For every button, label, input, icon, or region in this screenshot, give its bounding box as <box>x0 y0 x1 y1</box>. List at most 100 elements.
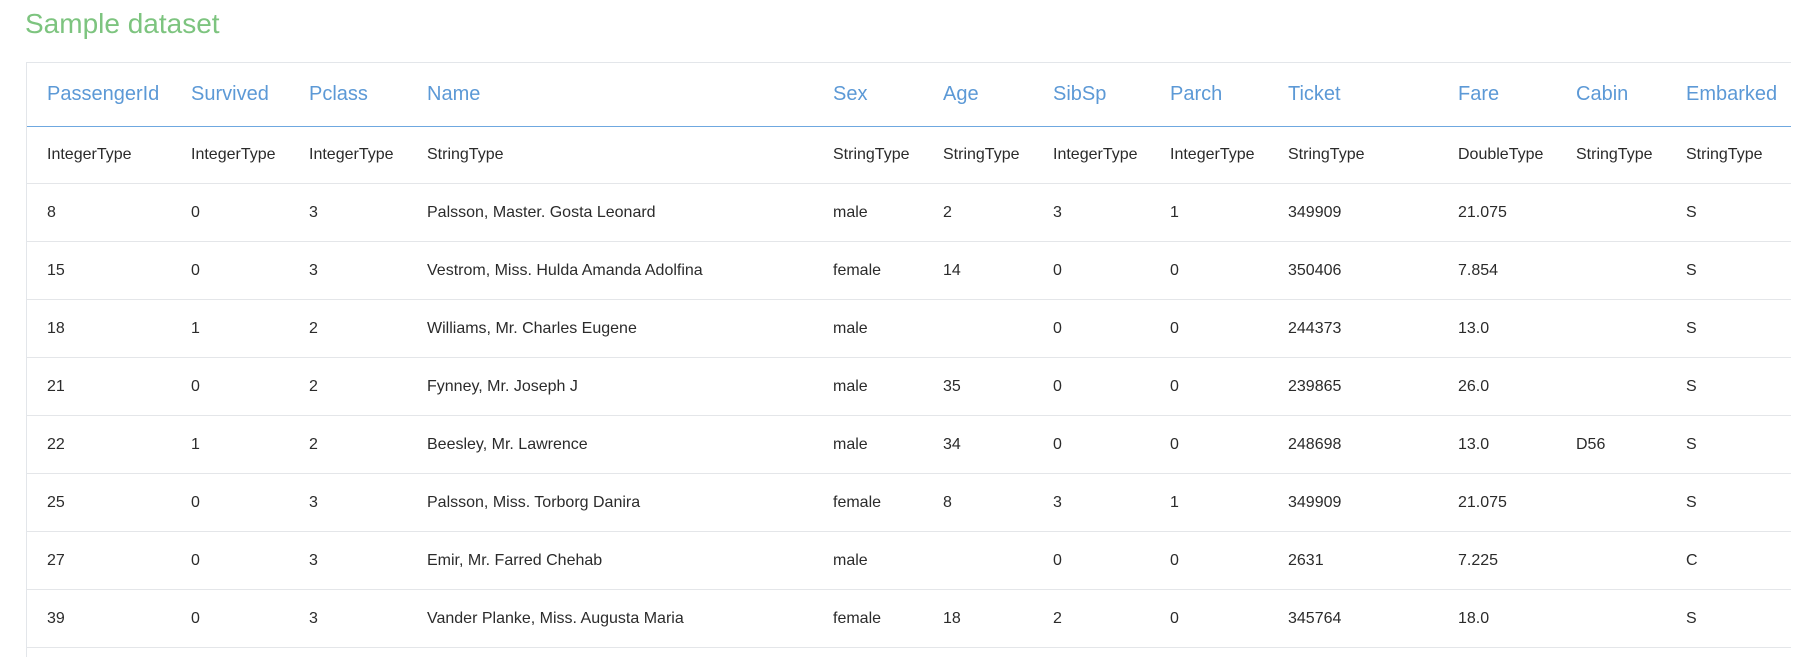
column-type-cell: IntegerType <box>27 126 171 184</box>
table-cell: 0 <box>1033 531 1150 590</box>
table-cell: 7.854 <box>1438 241 1556 300</box>
table-cell: S <box>1666 589 1791 648</box>
column-type-cell: StringType <box>407 126 813 184</box>
table-cell: 0 <box>1033 299 1150 358</box>
table-cell: 3 <box>1033 473 1150 532</box>
table-cell: female <box>813 589 923 648</box>
table-cell: 34 <box>923 415 1033 474</box>
table-cell: 1 <box>1150 183 1268 242</box>
table-cell: 21 <box>27 357 171 416</box>
column-header-sex[interactable]: Sex <box>813 63 923 127</box>
table-cell: 2 <box>289 357 407 416</box>
table-cell: 239865 <box>1268 357 1438 416</box>
table-cell: male <box>813 183 923 242</box>
table-cell: S <box>1666 299 1791 358</box>
table-cell <box>1556 473 1666 532</box>
table-cell: Vander Planke, Miss. Augusta Maria <box>407 589 813 648</box>
table-cell <box>1556 299 1666 358</box>
table-cell: 0 <box>1150 241 1268 300</box>
dataset-table-container[interactable]: PassengerId Survived Pclass Name Sex Age… <box>26 62 1791 657</box>
table-cell: 25 <box>27 473 171 532</box>
table-cell: male <box>813 531 923 590</box>
column-header-pclass[interactable]: Pclass <box>289 63 407 127</box>
table-cell: 8 <box>923 473 1033 532</box>
column-type-cell: DoubleType <box>1438 126 1556 184</box>
table-cell: 0 <box>171 183 289 242</box>
page-title: Sample dataset <box>25 8 220 39</box>
column-type-cell: IntegerType <box>1033 126 1150 184</box>
table-cell: C <box>1666 531 1791 590</box>
table-cell: 244373 <box>1268 299 1438 358</box>
table-cell: 22 <box>27 415 171 474</box>
table-cell <box>1556 241 1666 300</box>
table-cell: 13.0 <box>1438 299 1556 358</box>
table-cell <box>1556 357 1666 416</box>
column-type-cell: StringType <box>813 126 923 184</box>
table-row: 25 0 3 Palsson, Miss. Torborg Danira fem… <box>27 473 1791 532</box>
column-header-survived[interactable]: Survived <box>171 63 289 127</box>
table-cell: 0 <box>171 241 289 300</box>
column-header-sibsp[interactable]: SibSp <box>1033 63 1150 127</box>
table-cell: 18 <box>923 589 1033 648</box>
table-cell: 3 <box>289 473 407 532</box>
table-row: 18 1 2 Williams, Mr. Charles Eugene male… <box>27 299 1791 358</box>
table-cell <box>1556 589 1666 648</box>
table-cell: 27 <box>27 531 171 590</box>
table-cell: female <box>813 473 923 532</box>
column-type-cell: IntegerType <box>1150 126 1268 184</box>
table-cell: 248698 <box>1268 415 1438 474</box>
table-cell: 0 <box>1150 531 1268 590</box>
table-cell: Palsson, Master. Gosta Leonard <box>407 183 813 242</box>
table-row: 15 0 3 Vestrom, Miss. Hulda Amanda Adolf… <box>27 241 1791 300</box>
table-cell <box>923 299 1033 358</box>
table-cell: 0 <box>1150 357 1268 416</box>
table-header-row: PassengerId Survived Pclass Name Sex Age… <box>27 63 1791 127</box>
table-cell: 0 <box>171 473 289 532</box>
table-cell: 0 <box>1150 589 1268 648</box>
table-cell: 345764 <box>1268 589 1438 648</box>
table-cell: 2 <box>289 299 407 358</box>
column-header-fare[interactable]: Fare <box>1438 63 1556 127</box>
table-cell: S <box>1666 241 1791 300</box>
table-cell: 0 <box>171 589 289 648</box>
table-cell: 7.225 <box>1438 531 1556 590</box>
table-cell: Beesley, Mr. Lawrence <box>407 415 813 474</box>
table-cell: S <box>1666 183 1791 242</box>
table-cell: 0 <box>1033 415 1150 474</box>
table-cell: 1 <box>171 415 289 474</box>
column-header-embarked[interactable]: Embarked <box>1666 63 1791 127</box>
table-cell: 3 <box>289 531 407 590</box>
table-cell <box>1556 531 1666 590</box>
table-cell: 35 <box>923 357 1033 416</box>
table-cell: 349909 <box>1268 473 1438 532</box>
table-cell: 2631 <box>1268 531 1438 590</box>
table-cell: Vestrom, Miss. Hulda Amanda Adolfina <box>407 241 813 300</box>
column-type-cell: IntegerType <box>171 126 289 184</box>
column-type-cell: StringType <box>1556 126 1666 184</box>
table-cell: 0 <box>1033 241 1150 300</box>
column-header-age[interactable]: Age <box>923 63 1033 127</box>
column-header-ticket[interactable]: Ticket <box>1268 63 1438 127</box>
table-cell: Emir, Mr. Farred Chehab <box>407 531 813 590</box>
table-cell: S <box>1666 357 1791 416</box>
table-cell: 350406 <box>1268 241 1438 300</box>
table-cell: 1 <box>171 299 289 358</box>
column-header-passengerid[interactable]: PassengerId <box>27 63 171 127</box>
table-row: 8 0 3 Palsson, Master. Gosta Leonard mal… <box>27 183 1791 242</box>
table-cell: 3 <box>1033 183 1150 242</box>
table-cell: 39 <box>27 589 171 648</box>
table-cell: male <box>813 357 923 416</box>
table-cell: 21.075 <box>1438 183 1556 242</box>
table-cell: 0 <box>1150 415 1268 474</box>
table-cell: 18 <box>27 299 171 358</box>
table-cell: 13.0 <box>1438 415 1556 474</box>
column-type-cell: StringType <box>1666 126 1791 184</box>
table-cell: Palsson, Miss. Torborg Danira <box>407 473 813 532</box>
column-header-cabin[interactable]: Cabin <box>1556 63 1666 127</box>
column-header-name[interactable]: Name <box>407 63 813 127</box>
table-row: 21 0 2 Fynney, Mr. Joseph J male 35 0 0 … <box>27 357 1791 416</box>
column-header-parch[interactable]: Parch <box>1150 63 1268 127</box>
table-cell: male <box>813 415 923 474</box>
table-cell: D56 <box>1556 415 1666 474</box>
table-cell: male <box>813 299 923 358</box>
